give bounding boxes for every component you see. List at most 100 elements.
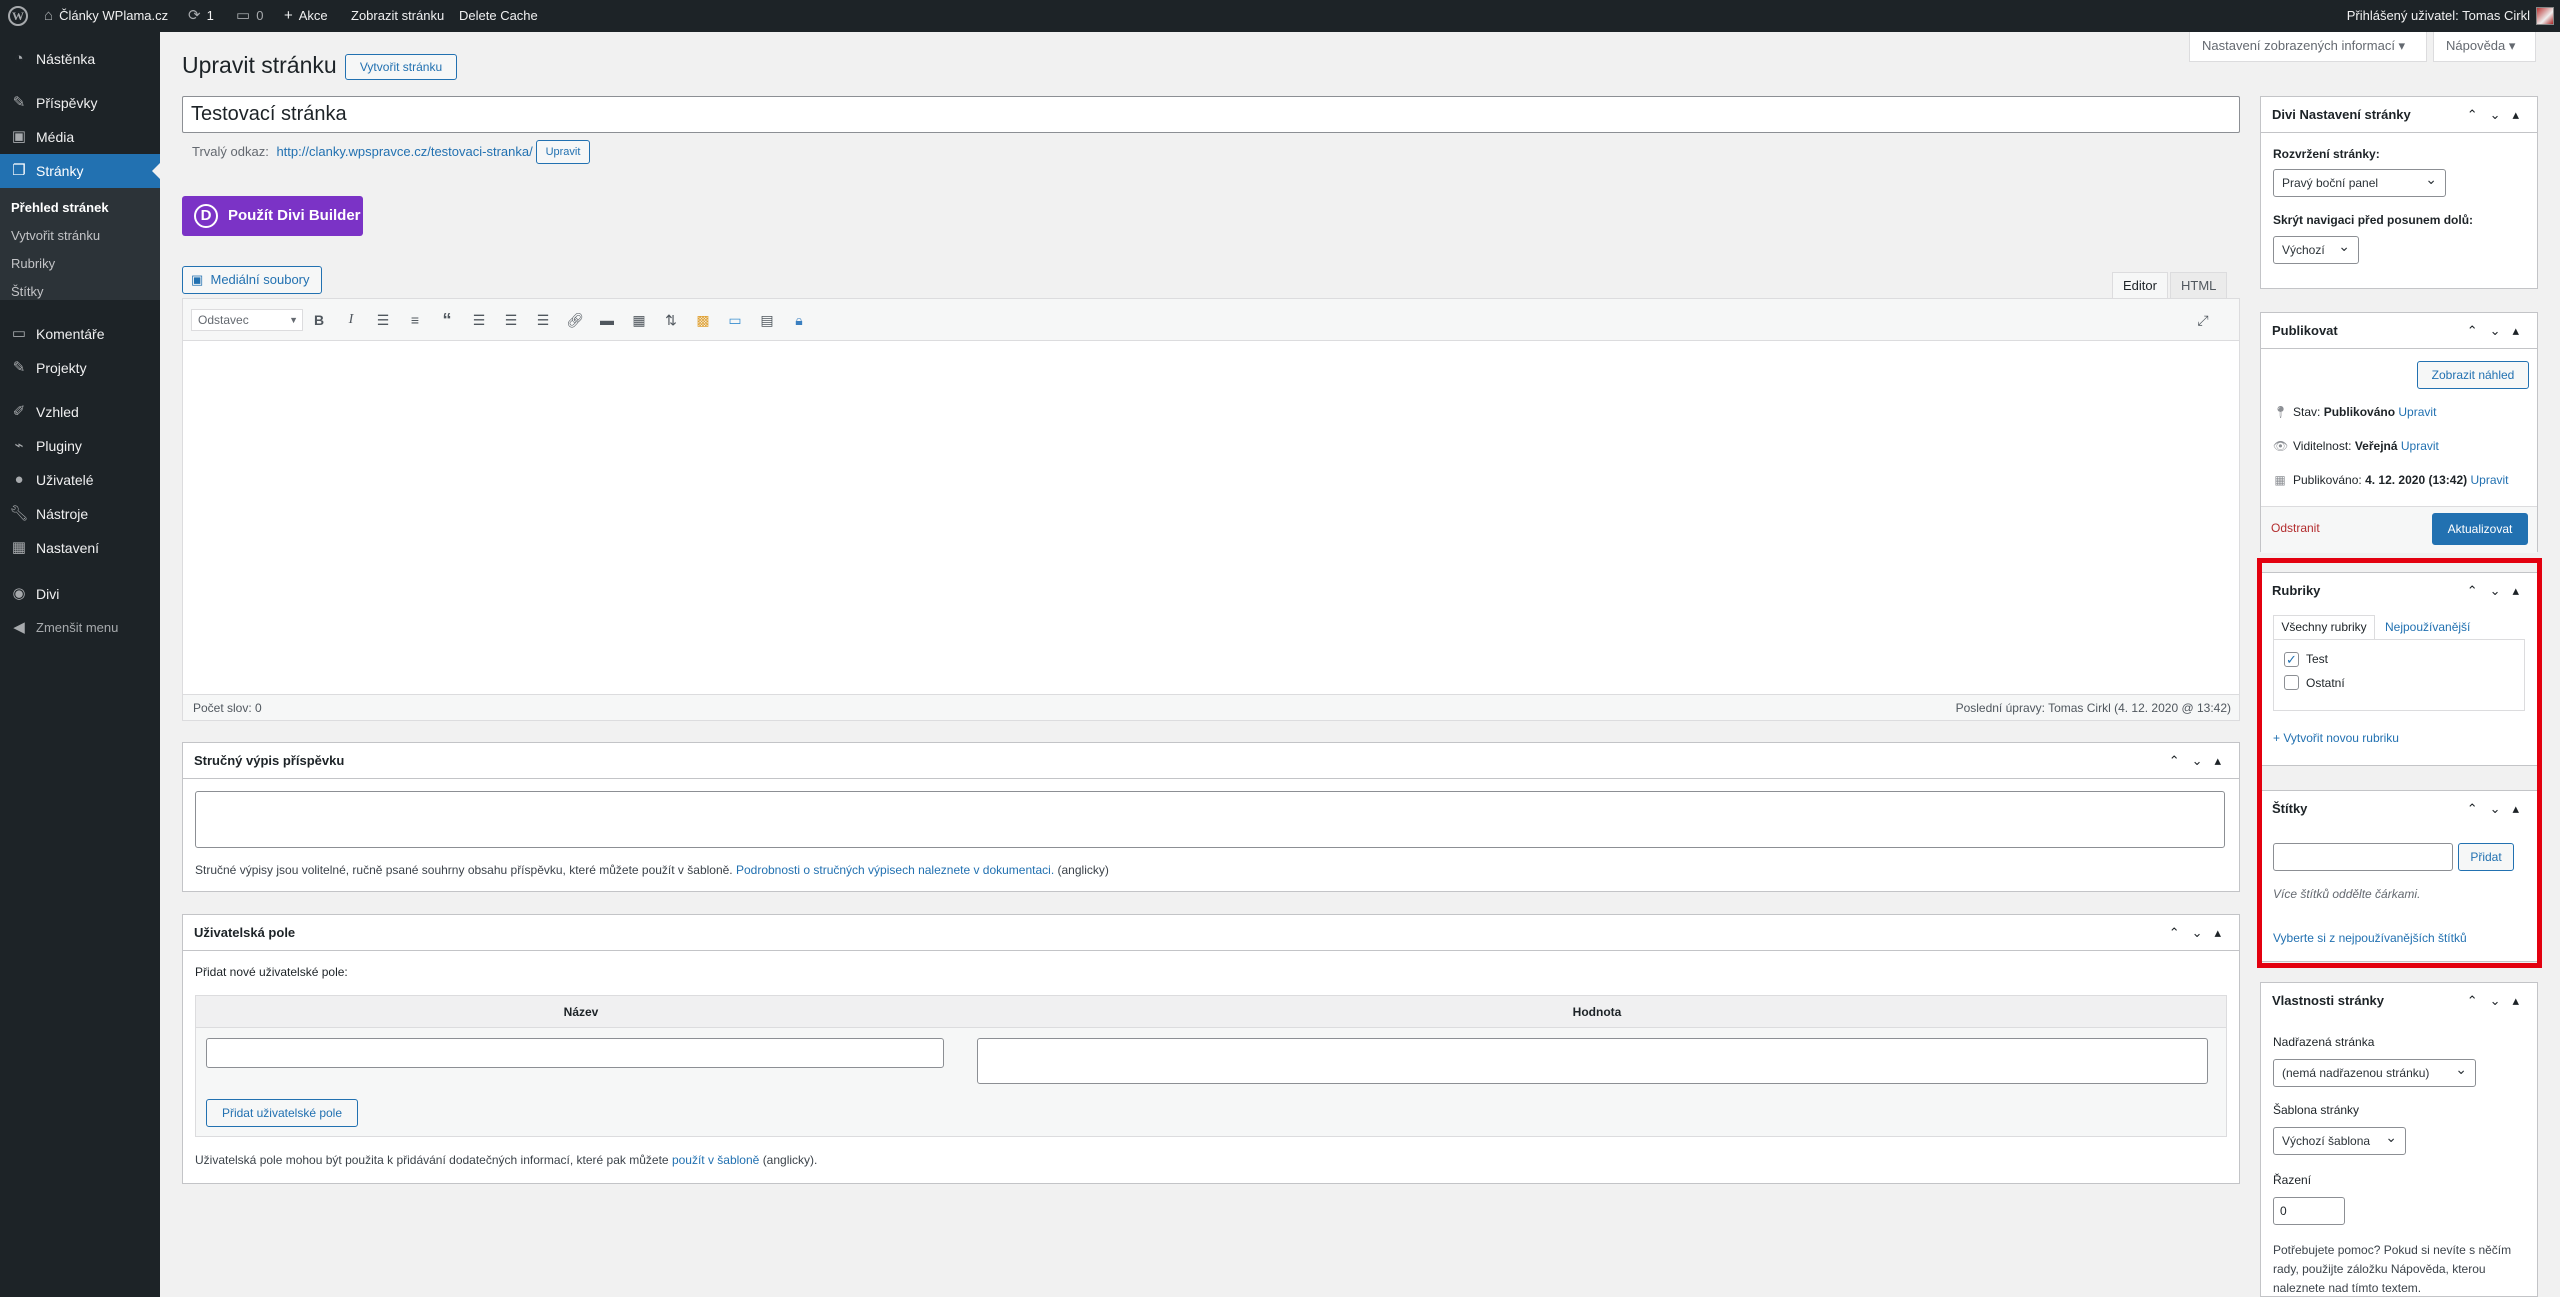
new-content-link[interactable]: + Akce: [284, 0, 328, 32]
add-new-page-button[interactable]: Vytvořit stránku: [345, 54, 457, 80]
update-button[interactable]: Aktualizovat: [2432, 513, 2528, 545]
template-select[interactable]: Výchozí šablona: [2273, 1124, 2406, 1155]
excerpt-help: Stručné výpisy jsou volitelné, ručně psa…: [195, 863, 1109, 877]
add-media-button[interactable]: ▣ Mediální soubory: [182, 266, 322, 294]
edit-date-link[interactable]: Upravit: [2470, 473, 2508, 487]
post-title-input[interactable]: Testovací stránka: [182, 96, 2240, 133]
tab-visual[interactable]: Editor: [2112, 272, 2168, 298]
submenu-all-pages[interactable]: Přehled stránek: [11, 194, 109, 222]
plugins-icon: ⌁: [14, 437, 24, 454]
menu-tools[interactable]: 🔧︎ Nástroje: [0, 497, 160, 531]
editor-status-bar: Počet slov: 0 Poslední úpravy: Tomas Cir…: [183, 694, 2239, 720]
excerpt-textarea[interactable]: [195, 791, 2225, 848]
field-value-textarea[interactable]: [977, 1038, 2208, 1084]
screen-options-tab[interactable]: Nastavení zobrazených informací ▾: [2189, 32, 2427, 62]
layout-label: Rozvržení stránky:: [2273, 147, 2380, 161]
align-center-icon[interactable]: ☰: [501, 311, 521, 329]
submenu-categories[interactable]: Rubriky: [11, 250, 55, 278]
add-custom-field-button[interactable]: Přidat uživatelské pole: [206, 1099, 358, 1127]
bold-icon[interactable]: B: [309, 311, 329, 329]
comment-icon: ▭: [236, 7, 251, 24]
delete-cache-link[interactable]: Delete Cache: [459, 0, 538, 32]
divi-builder-button[interactable]: D Použít Divi Builder: [182, 196, 363, 236]
menu-comments[interactable]: ▭ Komentáře: [0, 317, 160, 351]
numbered-list-icon[interactable]: ≡: [405, 311, 425, 329]
box-controls[interactable]: ⌃⌄▴: [2169, 743, 2233, 779]
hide-nav-select[interactable]: Výchozí: [2273, 233, 2359, 264]
media-icon: ▣: [11, 128, 27, 145]
dashboard-icon: ◔: [14, 50, 24, 67]
box-controls[interactable]: ⌃⌄▴: [2467, 313, 2531, 349]
calendar-icon: ▦: [2274, 473, 2286, 487]
box-controls[interactable]: ⌃⌄▴: [2169, 915, 2233, 951]
button-icon[interactable]: ▭: [725, 311, 745, 329]
fullscreen-icon[interactable]: ⤢: [2193, 311, 2213, 329]
menu-media[interactable]: ▣ Média: [0, 120, 160, 154]
edit-visibility-link[interactable]: Upravit: [2401, 439, 2439, 453]
editor-toolbar: Odstavec ▼ B I ☰ ≡ “ ☰ ☰ ☰ 🔗︎ ▬ ▦ ⇅ ▩ ▭ ▤…: [183, 299, 2239, 341]
account-link[interactable]: Přihlášený uživatel: Tomas Cirkl: [2347, 0, 2530, 32]
toolbar-toggle-icon[interactable]: ▦: [629, 311, 649, 329]
box-icon[interactable]: ▤: [757, 311, 777, 329]
page-title: Upravit stránku: [182, 52, 337, 78]
content-editor[interactable]: Odstavec ▼ B I ☰ ≡ “ ☰ ☰ ☰ 🔗︎ ▬ ▦ ⇅ ▩ ▭ ▤…: [182, 298, 2240, 721]
publish-actions: Odstranit Aktualizovat: [2261, 506, 2537, 553]
read-more-icon[interactable]: ▬: [597, 311, 617, 329]
template-docs-link[interactable]: použít v šabloně: [672, 1153, 759, 1167]
box-controls[interactable]: ⌃⌄▴: [2467, 97, 2531, 133]
submenu-add-page[interactable]: Vytvořit stránku: [11, 222, 100, 250]
box-controls[interactable]: ⌃⌄▴: [2467, 983, 2531, 1019]
menu-projects[interactable]: ✎ Projekty: [0, 351, 160, 385]
shortcode-icon[interactable]: ⇅: [661, 311, 681, 329]
trash-link[interactable]: Odstranit: [2271, 521, 2320, 535]
pin-icon: ✎: [12, 94, 26, 111]
menu-posts[interactable]: ✎ Příspěvky: [0, 86, 160, 120]
updates-icon: ⟳: [188, 7, 201, 24]
menu-pages[interactable]: ❐ Stránky: [0, 154, 160, 188]
permalink-url[interactable]: http://clanky.wpspravce.cz/testovaci-str…: [276, 144, 532, 159]
order-input[interactable]: 0: [2273, 1197, 2345, 1225]
align-left-icon[interactable]: ☰: [469, 311, 489, 329]
parent-select[interactable]: (nemá nadřazenou stránku): [2273, 1056, 2476, 1087]
layout-icon[interactable]: ▩: [693, 311, 713, 329]
bullet-list-icon[interactable]: ☰: [373, 311, 393, 329]
pages-icon: ❐: [12, 162, 26, 179]
permalink-edit-button[interactable]: Upravit: [536, 140, 590, 164]
layout-select[interactable]: Pravý boční panel: [2273, 166, 2446, 197]
wordpress-logo-icon[interactable]: W: [8, 6, 28, 26]
menu-settings[interactable]: ▦ Nastavení: [0, 531, 160, 565]
tab-html[interactable]: HTML: [2170, 272, 2228, 298]
menu-divi[interactable]: ◉ Divi: [0, 577, 160, 611]
align-right-icon[interactable]: ☰: [533, 311, 553, 329]
highlight-frame: [2257, 558, 2542, 968]
custom-fields-help: Uživatelská pole mohou být použita k při…: [195, 1153, 818, 1167]
menu-collapse[interactable]: ◀ Zmenšit menu: [0, 611, 160, 645]
menu-dashboard[interactable]: ◔ Nástěnka: [0, 42, 160, 76]
word-count: Počet slov: 0: [193, 701, 262, 715]
comments-link[interactable]: ▭ 0: [236, 0, 263, 32]
field-name-input[interactable]: [206, 1038, 944, 1068]
link-icon[interactable]: 🔗︎: [565, 311, 585, 329]
italic-icon[interactable]: I: [341, 311, 361, 329]
edit-status-link[interactable]: Upravit: [2398, 405, 2436, 419]
site-name-link[interactable]: ⌂ Články WPlama.cz: [44, 0, 168, 32]
updates-link[interactable]: ⟳ 1: [188, 0, 214, 32]
select-arrow-icon: ▼: [289, 315, 298, 325]
menu-users[interactable]: ● Uživatelé: [0, 463, 160, 497]
avatar[interactable]: [2536, 7, 2554, 25]
eye-icon: 👁︎: [2273, 439, 2289, 453]
preview-button[interactable]: Zobrazit náhled: [2417, 361, 2529, 389]
lock-icon[interactable]: 🔒︎: [789, 311, 809, 329]
help-tab[interactable]: Nápověda ▾: [2433, 32, 2536, 62]
menu-appearance[interactable]: ✐ Vzhled: [0, 395, 160, 429]
excerpt-docs-link[interactable]: Podrobnosti o stručných výpisech nalezne…: [736, 863, 1054, 877]
col-value-header: Hodnota: [1572, 1005, 1622, 1019]
users-icon: ●: [14, 471, 24, 488]
collapse-icon: ◀: [13, 619, 25, 636]
published-row: ▦ Publikováno: 4. 12. 2020 (13:42) Upravi…: [2274, 473, 2509, 487]
format-select[interactable]: Odstavec ▼: [191, 309, 303, 331]
view-page-link[interactable]: Zobrazit stránku: [351, 0, 444, 32]
menu-plugins[interactable]: ⌁ Pluginy: [0, 429, 160, 463]
submenu-tags[interactable]: Štítky: [11, 278, 44, 306]
blockquote-icon[interactable]: “: [437, 311, 457, 329]
